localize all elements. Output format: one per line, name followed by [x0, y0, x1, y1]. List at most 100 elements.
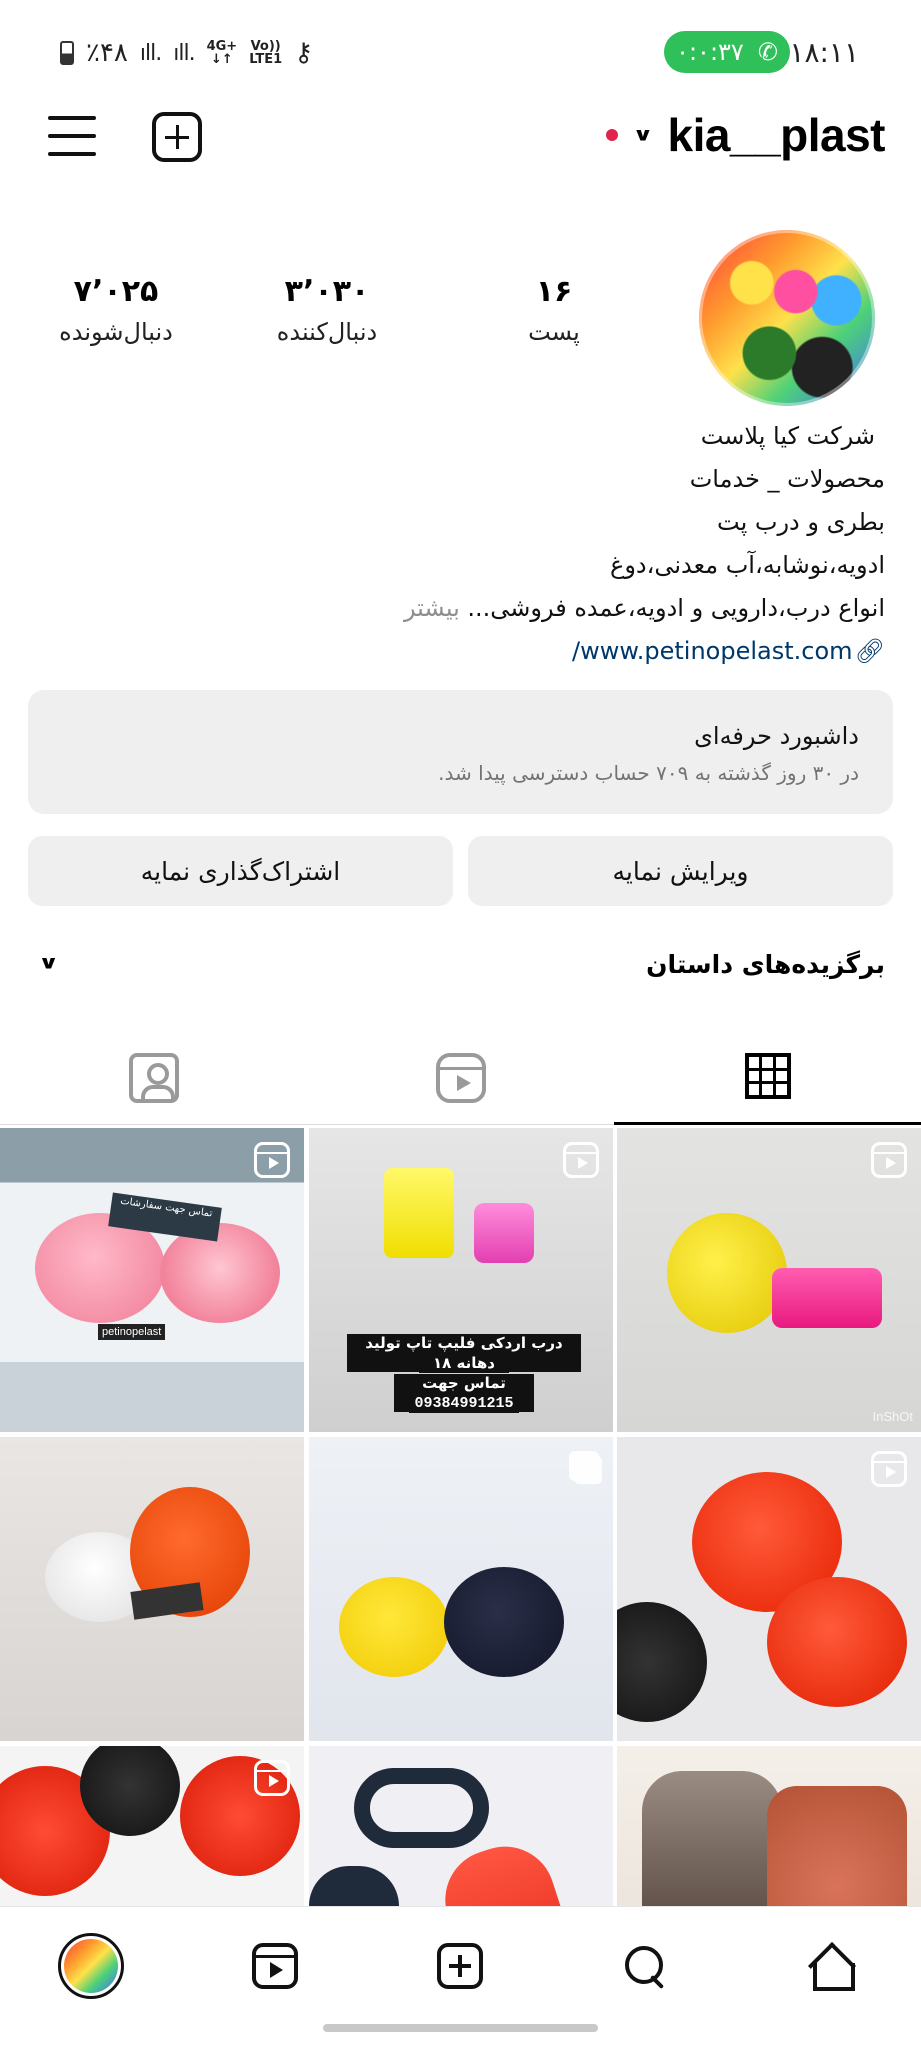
username: kia__plast	[667, 109, 886, 161]
posts-grid: InShOt درب اردکی فلیپ تاپ تولید مستقیم د…	[0, 1128, 921, 1906]
notification-dot	[606, 129, 619, 141]
stat-followers[interactable]: ۳٬۰۳۰ دنبال‌کننده	[227, 272, 427, 346]
account-switcher[interactable]: ∨ kia__plast	[606, 108, 886, 162]
profile-tabs	[0, 1030, 921, 1125]
dashboard-subtitle: در ۳۰ روز گذشته به ۷۰۹ حساب دسترسی پیدا …	[438, 761, 859, 785]
following-count: ۷٬۰۲۵	[73, 274, 159, 309]
spice-shaker-image	[642, 1771, 782, 1906]
status-bar: ٪۴۸ ıll. ıll. 4G+ ↓↑ Vo)) LTE1 ⚷ ۰:۰:۳۷ ✆ …	[0, 0, 921, 100]
share-profile-button[interactable]: اشتراک‌گذاری نمایه	[28, 836, 453, 906]
more-link[interactable]: بیشتر	[404, 594, 460, 622]
black-cap-image	[444, 1567, 564, 1677]
gesture-home-bar[interactable]	[323, 2024, 598, 2032]
pink-cap-image	[160, 1223, 280, 1323]
followers-label: دنبال‌کننده	[276, 318, 378, 346]
dark-cap-ring-image	[354, 1768, 489, 1848]
profile-bio: شرکت کیا پلاست محصولات _ خدمات بطری و در…	[25, 415, 885, 673]
nav-create[interactable]	[425, 1931, 495, 2001]
create-plus-icon[interactable]	[152, 112, 202, 162]
story-highlights-header[interactable]: برگزیده‌های داستان ∨	[0, 944, 921, 994]
followers-count: ۳٬۰۳۰	[284, 274, 370, 309]
tagged-icon	[128, 1052, 179, 1103]
website-link[interactable]: /www.petinopelast.com	[572, 630, 853, 673]
ongoing-call-pill[interactable]: ۰:۰:۳۷ ✆	[664, 31, 790, 73]
profile-stats: ۱۶ پست ۳٬۰۳۰ دنبال‌کننده ۷٬۰۲۵ دنبال‌شون…	[0, 272, 680, 362]
bio-line: محصولات _ خدمات	[689, 465, 885, 493]
link-icon: 🔗︎	[854, 637, 885, 665]
nav-profile[interactable]	[56, 1931, 126, 2001]
status-indicators: ٪۴۸ ıll. ıll. 4G+ ↓↑ Vo)) LTE1 ⚷	[60, 38, 313, 68]
nav-home[interactable]	[795, 1931, 865, 2001]
stat-following[interactable]: ۷٬۰۲۵ دنبال‌شونده	[16, 272, 216, 346]
home-icon	[808, 1945, 855, 1991]
post-thumbnail[interactable]: تماس جهت سفارشات petinopelast	[0, 1128, 304, 1432]
volte-indicator: Vo)) LTE1	[249, 39, 283, 67]
tab-tagged[interactable]	[0, 1030, 307, 1125]
tab-posts-grid[interactable]	[614, 1030, 921, 1125]
call-duration: ۰:۰:۳۷	[676, 38, 744, 66]
spice-jar-image	[767, 1786, 907, 1906]
professional-dashboard[interactable]: داشبورد حرفه‌ای در ۳۰ روز گذشته به ۷۰۹ ح…	[28, 690, 893, 814]
post-thumbnail[interactable]	[309, 1746, 613, 1906]
phone-icon: ✆	[757, 38, 778, 66]
posts-count: ۱۶	[535, 274, 573, 309]
black-cap-image	[80, 1746, 180, 1836]
carousel-badge-icon	[569, 1451, 599, 1481]
nav-search[interactable]	[610, 1931, 680, 2001]
yellow-cap-image	[339, 1577, 449, 1677]
post-thumbnail[interactable]: درب اردکی فلیپ تاپ تولید مستقیم دهانه ۱۸…	[309, 1128, 613, 1432]
profile-avatar-icon	[58, 1933, 124, 1999]
bio-line: ادویه،نوشابه،آب معدنی،دوغ	[610, 551, 885, 579]
yellow-flip-cap-image	[384, 1168, 454, 1258]
reel-badge-icon	[871, 1451, 907, 1487]
posts-label: پست	[528, 318, 580, 346]
search-icon	[623, 1944, 667, 1988]
post-thumbnail[interactable]	[617, 1746, 921, 1906]
dashboard-title: داشبورد حرفه‌ای	[694, 722, 859, 750]
signal-icon-2: ıll.	[173, 40, 195, 66]
hamburger-menu-icon[interactable]	[48, 116, 96, 160]
chevron-down-icon: ∨	[632, 124, 654, 146]
bio-line-truncated: انواع درب،دارویی و ادویه،عمده فروشی... ب…	[403, 594, 885, 622]
yellow-cap-image	[667, 1213, 787, 1333]
post-thumbnail[interactable]	[0, 1437, 304, 1741]
tab-reels[interactable]	[307, 1030, 614, 1125]
grid-icon	[744, 1053, 791, 1099]
network-type: 4G+ ↓↑	[206, 39, 238, 67]
reel-badge-icon	[563, 1142, 599, 1178]
website-link-row[interactable]: /www.petinopelast.com 🔗︎	[25, 630, 885, 673]
post-thumbnail[interactable]: InShOt	[617, 1128, 921, 1432]
post-thumbnail[interactable]	[617, 1437, 921, 1741]
bio-line: شرکت کیا پلاست	[700, 422, 875, 450]
watermark: InShOt	[872, 1409, 913, 1424]
clock: ۱۸:۱۱	[789, 36, 859, 69]
post-thumbnail[interactable]	[309, 1437, 613, 1741]
reel-badge-icon	[254, 1142, 290, 1178]
pink-flip-cap-image	[474, 1203, 534, 1263]
profile-header: ∨ kia__plast	[0, 100, 921, 180]
reel-badge-icon	[254, 1760, 290, 1796]
edit-profile-button[interactable]: ویرایش نمایه	[468, 836, 893, 906]
battery-level: ٪۴۸	[86, 38, 128, 68]
red-cap-image	[767, 1577, 907, 1707]
post-thumbnail[interactable]	[0, 1746, 304, 1906]
brand-label: petinopelast	[98, 1324, 166, 1340]
stat-posts[interactable]: ۱۶ پست	[454, 272, 654, 346]
plus-square-icon	[437, 1943, 483, 1989]
nav-reels[interactable]	[240, 1931, 310, 2001]
reel-badge-icon	[871, 1142, 907, 1178]
key-icon: ⚷	[294, 38, 314, 68]
following-label: دنبال‌شونده	[59, 318, 173, 346]
post-caption-line: 09384991215	[409, 1394, 519, 1413]
pink-cap-image	[772, 1268, 882, 1328]
signal-icon: ıll.	[139, 40, 162, 66]
black-cap-image	[617, 1602, 707, 1722]
chevron-down-icon[interactable]: ∨	[38, 953, 59, 974]
profile-avatar[interactable]	[699, 230, 875, 406]
reels-icon	[252, 1943, 298, 1989]
bio-line: بطری و درب پت	[717, 508, 885, 536]
reels-icon	[435, 1052, 486, 1103]
dark-cap-image	[309, 1866, 399, 1906]
battery-icon	[60, 41, 74, 65]
highlights-title: برگزیده‌های داستان	[646, 950, 885, 979]
